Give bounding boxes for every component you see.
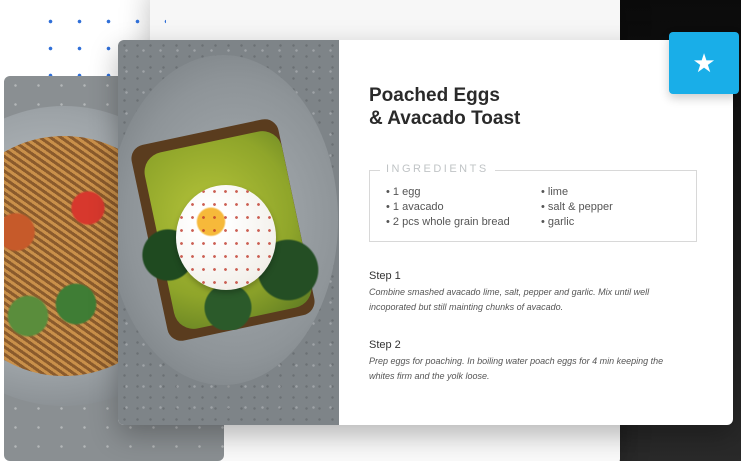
step-text: Prep eggs for poaching. In boiling water… xyxy=(369,356,664,381)
step-title: Step 1 xyxy=(369,270,401,282)
step-title: Step 2 xyxy=(369,339,401,351)
ingredients-column-1: • 1 egg • 1 avacado • 2 pcs whole grain … xyxy=(386,185,541,230)
favorite-button[interactable]: ★ xyxy=(669,32,739,94)
recipe-card: Poached Eggs & Avacado Toast INGREDIENTS… xyxy=(118,40,733,425)
ingredient-item: • garlic xyxy=(541,216,575,228)
recipe-title-line2: & Avacado Toast xyxy=(369,108,521,129)
ingredients-box: INGREDIENTS • 1 egg • 1 avacado • 2 pcs … xyxy=(369,163,697,242)
step-1: Step 1 Combine smashed avacado lime, sal… xyxy=(369,270,689,315)
star-icon: ★ xyxy=(692,47,716,78)
recipe-title-line1: Poached Eggs xyxy=(369,85,500,106)
poached-egg xyxy=(176,185,276,290)
ingredients-column-2: • lime • salt & pepper • garlic xyxy=(541,185,696,230)
recipe-title: Poached Eggs & Avacado Toast xyxy=(369,84,589,130)
step-text: Combine smashed avacado lime, salt, pepp… xyxy=(369,287,650,312)
avocado-toast-photo xyxy=(118,40,339,425)
ingredient-item: • lime xyxy=(541,186,569,198)
ingredient-item: • 2 pcs whole grain bread xyxy=(386,216,510,228)
ingredient-item: • 1 avacado xyxy=(386,201,444,213)
ingredient-item: • 1 egg xyxy=(386,186,421,198)
step-2: Step 2 Prep eggs for poaching. In boilin… xyxy=(369,339,689,384)
ingredient-item: • salt & pepper xyxy=(541,201,613,213)
recipe-content: Poached Eggs & Avacado Toast INGREDIENTS… xyxy=(339,40,733,425)
ingredients-label: INGREDIENTS xyxy=(380,163,495,175)
